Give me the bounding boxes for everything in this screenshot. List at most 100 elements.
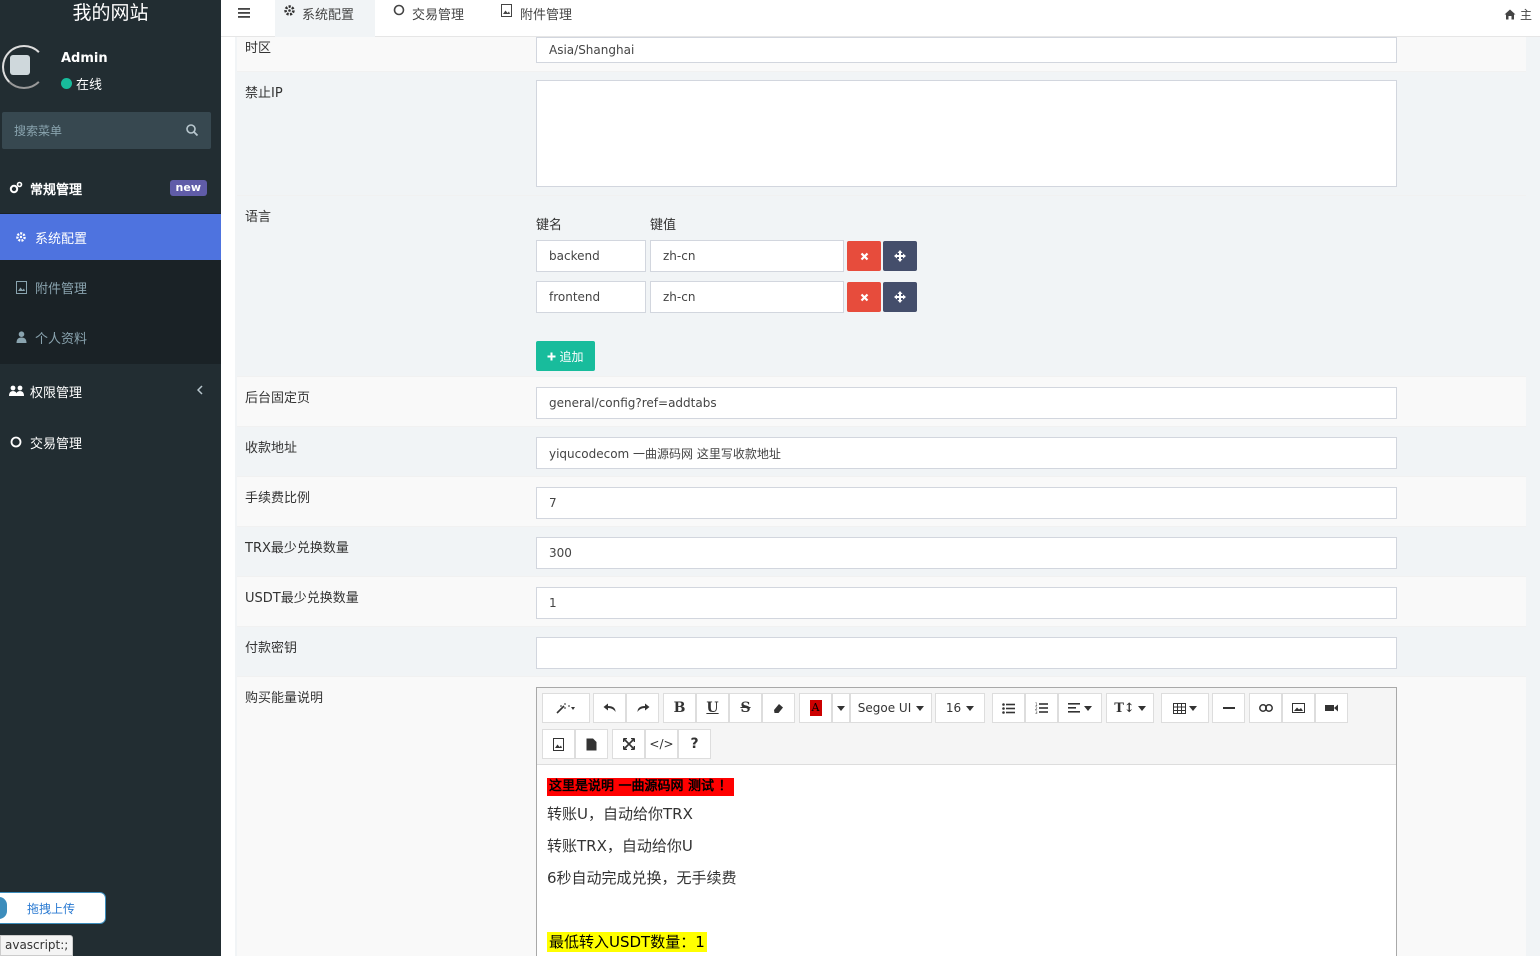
editor-paragraph: 6秒自动完成兑换，无手续费 — [547, 869, 737, 887]
insert-file-button[interactable] — [575, 729, 608, 759]
editor-content[interactable]: 这里是说明 一曲源码网 测试 ！ 转账U，自动给你TRX 转账TRX，自动给你U… — [547, 772, 1387, 956]
list-ul-icon — [1002, 702, 1015, 714]
field-label: 手续费比例 — [245, 491, 311, 506]
drag-upload-button[interactable]: 拖拽上传 — [0, 892, 106, 924]
field-label: 时区 — [245, 41, 272, 56]
horizontal-rule-button[interactable] — [1212, 693, 1245, 723]
language-key-input[interactable]: frontend — [536, 281, 646, 313]
font-color-dropdown[interactable] — [832, 693, 850, 723]
user-icon — [13, 329, 29, 345]
bullet-list-button[interactable] — [992, 693, 1025, 723]
caret-down-icon — [916, 705, 925, 711]
sidebar-item-attachment[interactable]: 附件管理 — [0, 264, 221, 310]
tab-attachment[interactable]: 附件管理 — [501, 0, 572, 37]
bold-icon: B — [673, 700, 686, 716]
row-timezone: 时区 — [237, 37, 1526, 72]
strikethrough-icon: S — [740, 700, 751, 716]
list-ol-icon: 123 — [1035, 702, 1048, 714]
tab-label: 交易管理 — [412, 8, 465, 23]
gear-icon — [283, 4, 297, 18]
magic-icon — [556, 703, 575, 714]
value-header: 键值 — [650, 218, 677, 233]
video-button[interactable] — [1315, 693, 1348, 723]
sidebar-item-label: 个人资料 — [35, 331, 88, 347]
help-button[interactable]: ? — [678, 729, 711, 759]
row-pay-key: 付款密钥 — [237, 627, 1526, 677]
file-icon — [586, 738, 597, 750]
timezone-input[interactable] — [536, 37, 1397, 63]
language-value-input[interactable]: zh-cn — [650, 240, 844, 272]
font-size-dropdown[interactable]: 16 — [935, 693, 985, 723]
expand-icon — [622, 738, 635, 750]
file-image-icon — [501, 4, 515, 18]
add-row-button[interactable]: 追加 — [536, 341, 595, 371]
fixed-page-input[interactable] — [536, 387, 1397, 419]
ordered-list-button[interactable]: 123 — [1025, 693, 1058, 723]
strikethrough-button[interactable]: S — [729, 693, 762, 723]
caret-down-icon — [837, 705, 845, 711]
link-button[interactable] — [1249, 693, 1282, 723]
redo-icon — [637, 703, 649, 712]
field-label: 后台固定页 — [245, 391, 311, 406]
menu-toggle-icon[interactable] — [237, 6, 251, 20]
sidebar-item-label: 交易管理 — [30, 436, 83, 452]
user-status: 在线 — [61, 74, 102, 93]
editor-toolbar: B U S A Segoe UI 16 1 2 3 T↕ </> ? — [537, 688, 1396, 765]
tab-config[interactable]: 系统配置 — [275, 0, 375, 37]
file-image-icon — [13, 279, 29, 295]
bold-button[interactable]: B — [663, 693, 696, 723]
drag-row-button[interactable] — [883, 241, 917, 271]
eraser-icon — [773, 703, 783, 713]
underline-button[interactable]: U — [696, 693, 729, 723]
key-header: 键名 — [536, 218, 563, 233]
code-view-button[interactable]: </> — [645, 729, 678, 759]
line-height-dropdown[interactable]: T↕ — [1106, 693, 1154, 723]
user-name: Admin — [61, 51, 108, 66]
sidebar-item-trade[interactable]: 交易管理 — [0, 419, 221, 465]
editor-paragraph: 转账U，自动给你TRX — [547, 805, 693, 823]
fullscreen-button[interactable] — [612, 729, 645, 759]
trx-min-input[interactable] — [536, 537, 1397, 569]
drag-row-button[interactable] — [883, 282, 917, 312]
remove-row-button[interactable] — [847, 241, 881, 271]
sidebar-item-general[interactable]: 常规管理 new — [0, 163, 221, 213]
font-color-button[interactable]: A — [799, 693, 832, 723]
user-status-label: 在线 — [76, 78, 103, 93]
tab-trade[interactable]: 交易管理 — [393, 0, 464, 37]
site-title[interactable]: 我的网站 — [0, 0, 221, 30]
fee-input[interactable] — [536, 487, 1397, 519]
style-dropdown[interactable] — [542, 693, 590, 723]
image-button[interactable] — [1282, 693, 1315, 723]
remove-row-button[interactable] — [847, 282, 881, 312]
language-value-input[interactable]: zh-cn — [650, 281, 844, 313]
home-link[interactable]: 主 — [1504, 6, 1532, 23]
row-usdt-min: USDT最少兑换数量 — [237, 577, 1526, 627]
undo-button[interactable] — [593, 693, 626, 723]
insert-image-file-button[interactable] — [542, 729, 575, 759]
file-image-icon — [553, 737, 564, 751]
usdt-min-input[interactable] — [536, 587, 1397, 619]
upload-handle-icon — [0, 897, 7, 919]
align-dropdown[interactable] — [1058, 693, 1102, 723]
row-language: 语言 键名 键值 backend zh-cn frontend zh-cn 追加 — [237, 196, 1526, 377]
search-input[interactable] — [2, 112, 211, 149]
table-dropdown[interactable] — [1161, 693, 1209, 723]
sidebar-item-config[interactable]: 系统配置 — [0, 214, 221, 260]
tab-label: 系统配置 — [302, 8, 355, 23]
undo-icon — [603, 703, 615, 712]
redo-button[interactable] — [626, 693, 659, 723]
font-family-dropdown[interactable]: Segoe UI — [850, 693, 932, 723]
sidebar-item-auth[interactable]: 权限管理 — [0, 368, 221, 414]
search-icon[interactable] — [185, 123, 199, 137]
address-input[interactable] — [536, 437, 1397, 469]
pay-key-input[interactable] — [536, 637, 1397, 669]
sidebar-item-profile[interactable]: 个人资料 — [0, 314, 221, 360]
forbidden-ip-textarea[interactable] — [536, 80, 1397, 187]
eraser-button[interactable] — [762, 693, 795, 723]
language-key-input[interactable]: backend — [536, 240, 646, 272]
sidebar: 我的网站 Admin 在线 常规管理 new 系统配置 附件管理 个人资料 权限… — [0, 0, 221, 956]
rich-text-editor: B U S A Segoe UI 16 1 2 3 T↕ </> ? 这里是说明… — [536, 687, 1397, 956]
editor-paragraph: 转账TRX，自动给你U — [547, 837, 693, 855]
sidebar-item-label: 系统配置 — [35, 231, 88, 247]
field-label: 禁止IP — [245, 86, 283, 101]
